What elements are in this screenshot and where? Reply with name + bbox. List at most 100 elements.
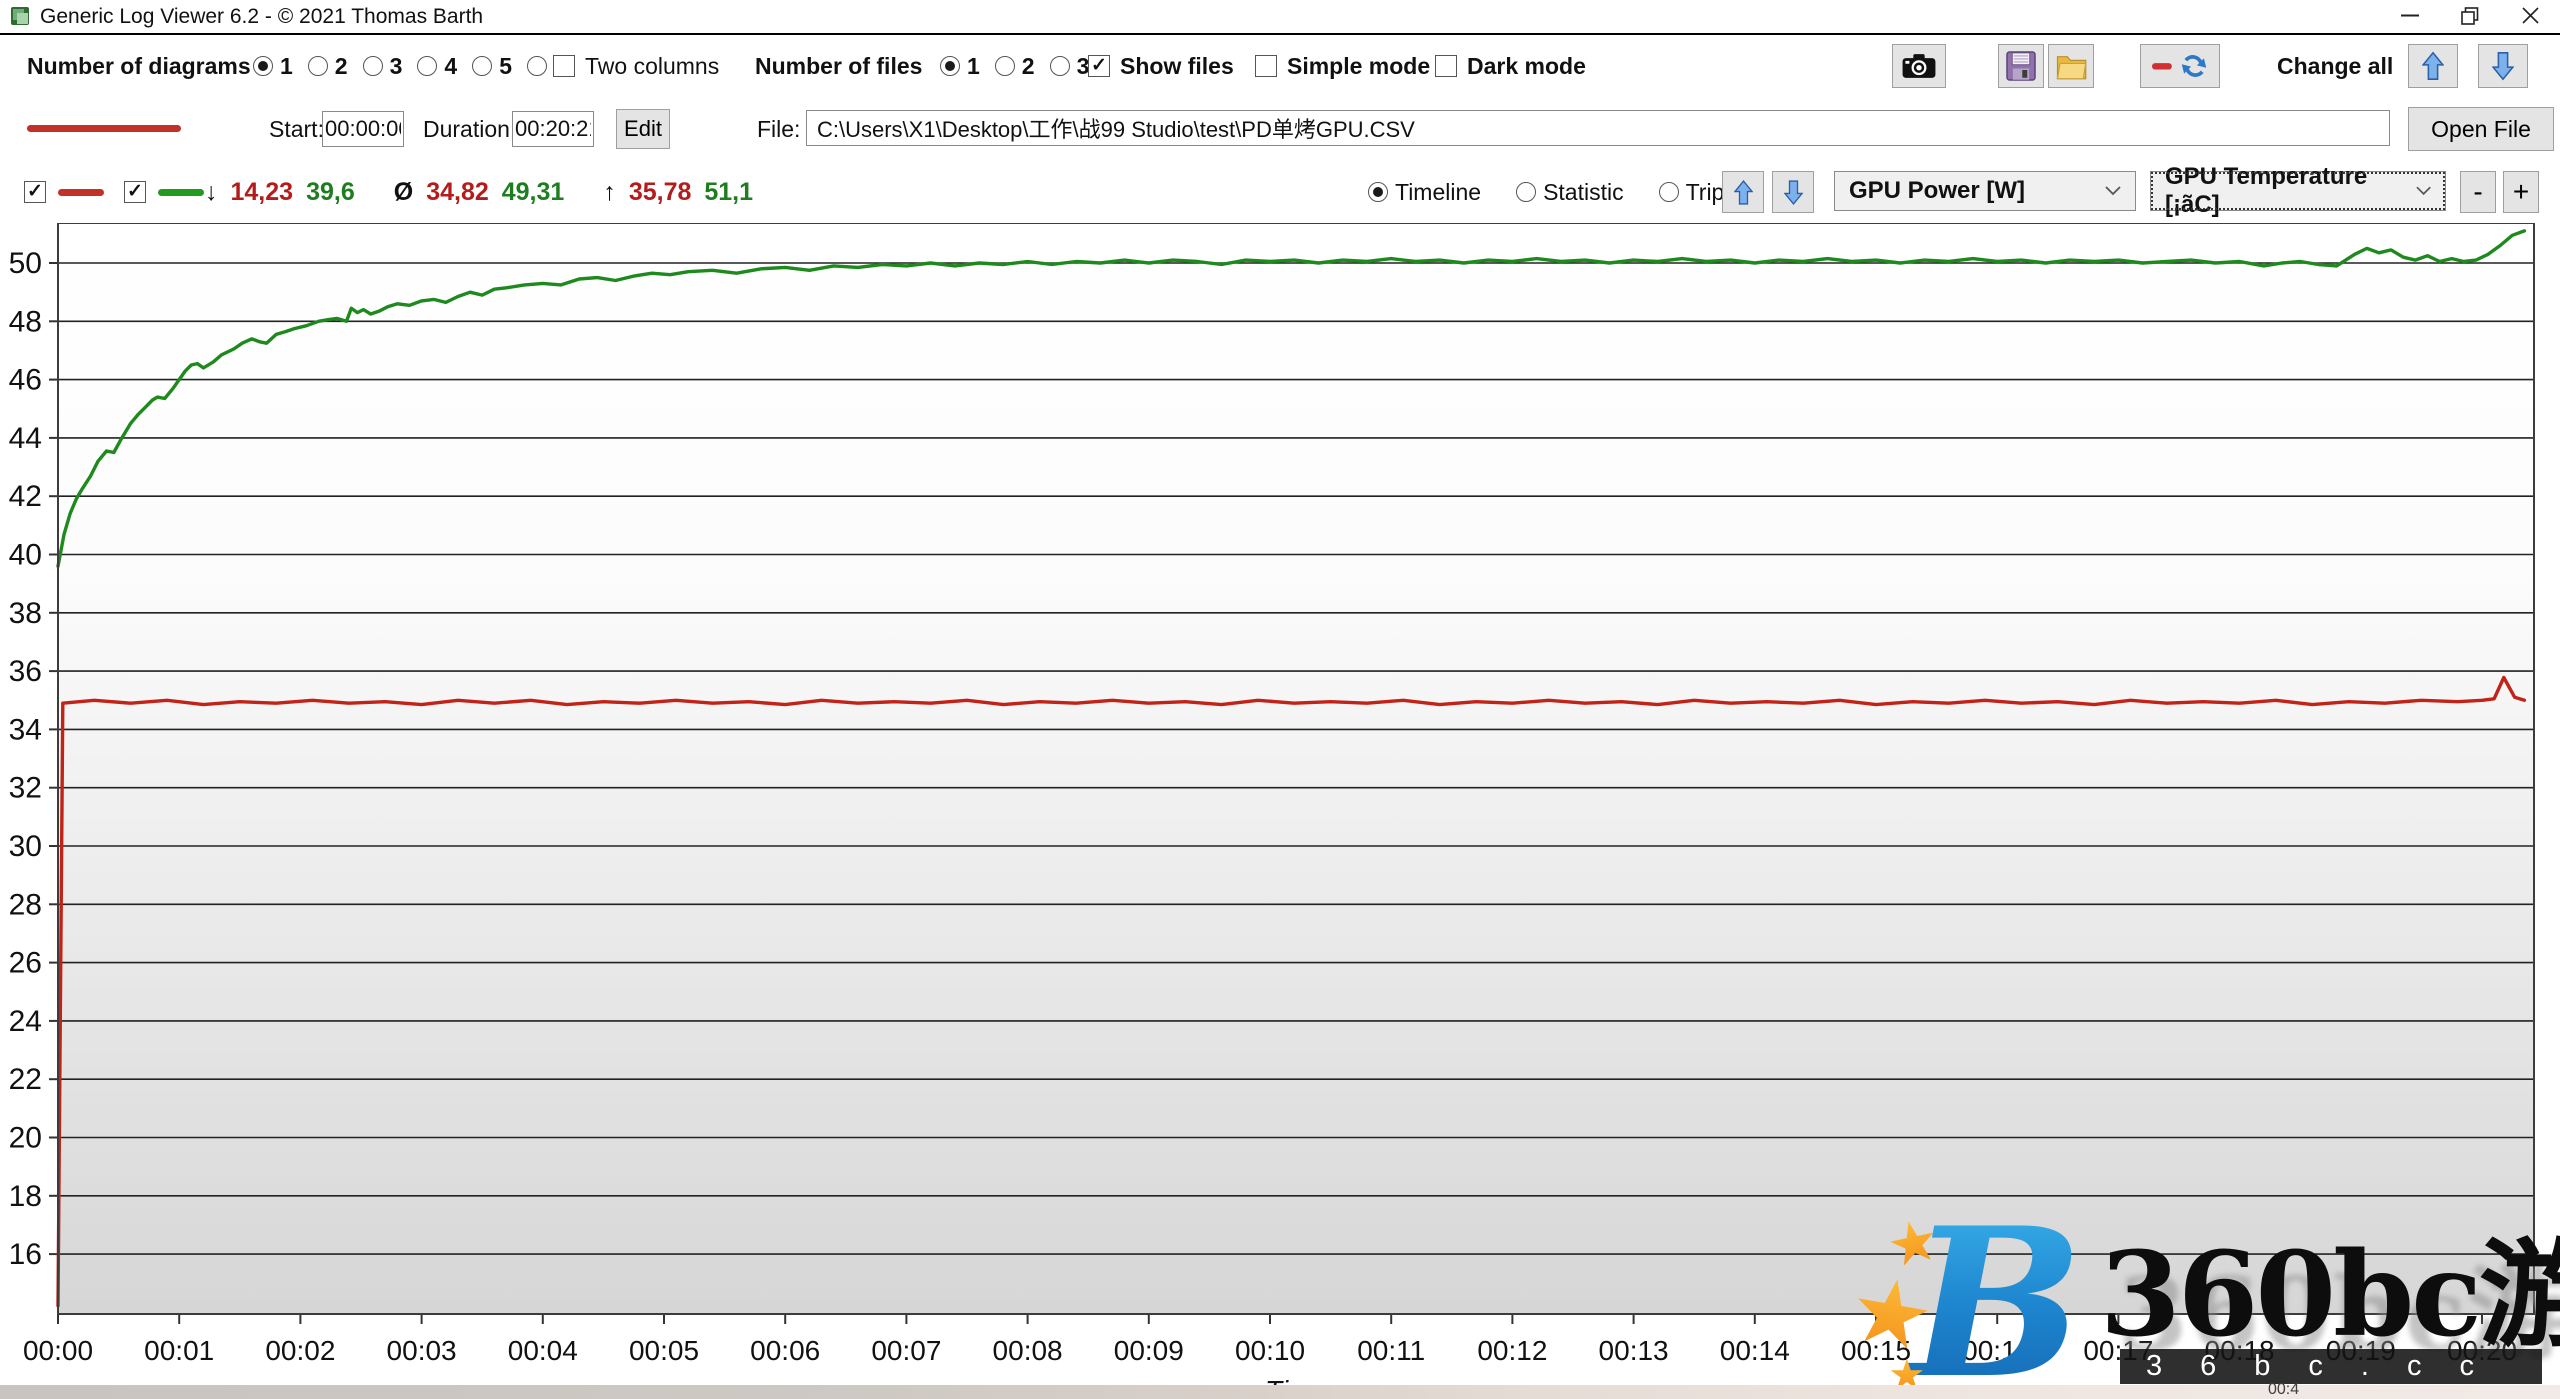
svg-text:22: 22: [9, 1063, 42, 1096]
series-toggles: [24, 163, 204, 221]
avg-value-red: 34,82: [426, 177, 489, 206]
checkbox-icon: [1088, 55, 1110, 77]
svg-text:24: 24: [9, 1005, 42, 1038]
two-columns-checkbox[interactable]: Two columns: [553, 35, 719, 97]
min-icon: ↓: [205, 177, 218, 206]
svg-text:50: 50: [9, 247, 42, 280]
zoom-out-button[interactable]: -: [2460, 171, 2496, 213]
files-option-1[interactable]: 1: [940, 53, 980, 80]
close-icon: [2521, 7, 2539, 24]
series2-color-sample: [158, 188, 204, 196]
svg-text:36: 36: [9, 655, 42, 688]
watermark-brand-text: 360bc游戏: [2100, 1227, 2560, 1363]
diagrams-radio-group: 123456: [253, 35, 582, 97]
duration-input[interactable]: [512, 111, 594, 147]
app-icon: [11, 7, 29, 25]
arrow-down-icon: [2492, 52, 2514, 81]
files-option-3[interactable]: 3: [1049, 53, 1089, 80]
open-folder-icon: [2056, 55, 2087, 79]
radio-label: 3: [389, 52, 403, 79]
radio-label: Timeline: [1395, 178, 1482, 205]
screenshot-button[interactable]: [1892, 44, 1946, 88]
files-group: Number of files: [755, 35, 922, 97]
svg-text:26: 26: [9, 947, 42, 980]
edit-button[interactable]: Edit: [616, 109, 670, 149]
radio-label: 5: [499, 52, 512, 79]
svg-text:44: 44: [9, 422, 42, 455]
file-path-input[interactable]: [806, 110, 2390, 146]
start-label-wrap: Start:: [269, 98, 324, 160]
radio-icon: [1049, 56, 1070, 76]
change-all-up-button[interactable]: [2408, 44, 2458, 88]
svg-text:46: 46: [9, 364, 42, 397]
svg-text:18: 18: [9, 1180, 42, 1213]
file-label-wrap: File:: [757, 98, 800, 160]
start-time-input[interactable]: [322, 111, 404, 147]
radio-label: 4: [444, 52, 458, 79]
minimize-icon: [2401, 14, 2419, 17]
channel1-dropdown[interactable]: GPU Power [W]: [1834, 171, 2136, 211]
open-file-button[interactable]: Open File: [2408, 107, 2554, 151]
simple-mode-label: Simple mode: [1287, 52, 1431, 79]
radio-label: 1: [280, 52, 293, 79]
watermark: 360bc游戏 B ★ ★ ★ 360bc游戏 36bc.cc: [1841, 1184, 2560, 1399]
diagrams-option-3[interactable]: 3: [362, 52, 403, 80]
file-label: File:: [757, 115, 801, 142]
save-icon: [2006, 51, 2036, 81]
zoom-in-button[interactable]: +: [2503, 171, 2539, 213]
radio-icon: [417, 56, 438, 76]
svg-text:00:06: 00:06: [750, 1335, 820, 1366]
dark-mode-checkbox[interactable]: Dark mode: [1435, 35, 1586, 97]
reset-channels-button[interactable]: [2140, 44, 2220, 88]
radio-icon: [1368, 182, 1388, 202]
two-columns-label: Two columns: [585, 52, 720, 79]
radio-icon: [472, 56, 493, 76]
svg-text:00:00: 00:00: [23, 1335, 93, 1366]
open-folder-button[interactable]: [2048, 44, 2094, 88]
show-files-checkbox[interactable]: Show files: [1088, 35, 1234, 97]
restore-button[interactable]: [2441, 0, 2499, 31]
change-all-group: Change all: [2277, 35, 2393, 97]
diagrams-group: Number of diagrams: [27, 35, 251, 97]
series-stats: ↓ 14,23 39,6 Ø 34,82 49,31 ↑ 35,78 51,1: [205, 163, 753, 221]
radio-icon: [994, 56, 1015, 76]
svg-text:34: 34: [9, 713, 42, 746]
bottom-edge-strip: 00:4: [0, 1381, 2560, 1399]
close-button[interactable]: [2501, 0, 2559, 31]
svg-text:00:05: 00:05: [629, 1335, 699, 1366]
diagrams-option-4[interactable]: 4: [417, 53, 457, 80]
svg-text:40: 40: [9, 539, 42, 572]
reset-sync-icon: [2152, 55, 2207, 77]
checkbox-icon: [1435, 55, 1457, 77]
restore-icon: [2461, 6, 2479, 25]
svg-text:00:11: 00:11: [1357, 1335, 1425, 1366]
diagrams-option-2[interactable]: 2: [307, 52, 348, 80]
view-option-statistic[interactable]: Statistic: [1516, 179, 1624, 206]
minimize-button[interactable]: [2381, 0, 2439, 31]
show-files-label: Show files: [1120, 52, 1234, 79]
view-mode-radio-group: Timeline Statistic Triple: [1368, 163, 1777, 221]
svg-text:00:02: 00:02: [265, 1335, 335, 1366]
file-toolbar: Start: Duration: Edit File: Open File: [0, 98, 2560, 160]
max-icon: ↑: [603, 177, 616, 206]
max-value-green: 51,1: [704, 177, 754, 206]
simple-mode-checkbox[interactable]: Simple mode: [1255, 35, 1430, 97]
channel2-value: GPU Temperature [¡ãC]: [2165, 163, 2368, 218]
arrow-up-icon: [1733, 179, 1753, 205]
360bc-logo-icon: B ★ ★ ★: [1841, 1184, 2083, 1399]
series1-checkbox[interactable]: [24, 181, 46, 203]
diagram-down-button[interactable]: [1772, 171, 1814, 213]
diagrams-option-5[interactable]: 5: [472, 53, 512, 80]
view-option-timeline[interactable]: Timeline: [1368, 179, 1481, 206]
save-button[interactable]: [1998, 44, 2044, 88]
diagrams-option-1[interactable]: 1: [253, 53, 293, 80]
channel2-dropdown[interactable]: GPU Temperature [¡ãC]: [2150, 163, 2446, 218]
diagram-up-button[interactable]: [1722, 171, 1764, 213]
radio-label: 2: [334, 52, 348, 79]
svg-text:00:08: 00:08: [993, 1335, 1063, 1366]
svg-text:00:07: 00:07: [871, 1335, 941, 1366]
files-option-2[interactable]: 2: [994, 53, 1035, 80]
change-all-down-button[interactable]: [2478, 44, 2528, 88]
radio-label: 1: [967, 52, 980, 79]
series2-checkbox[interactable]: [124, 181, 146, 203]
